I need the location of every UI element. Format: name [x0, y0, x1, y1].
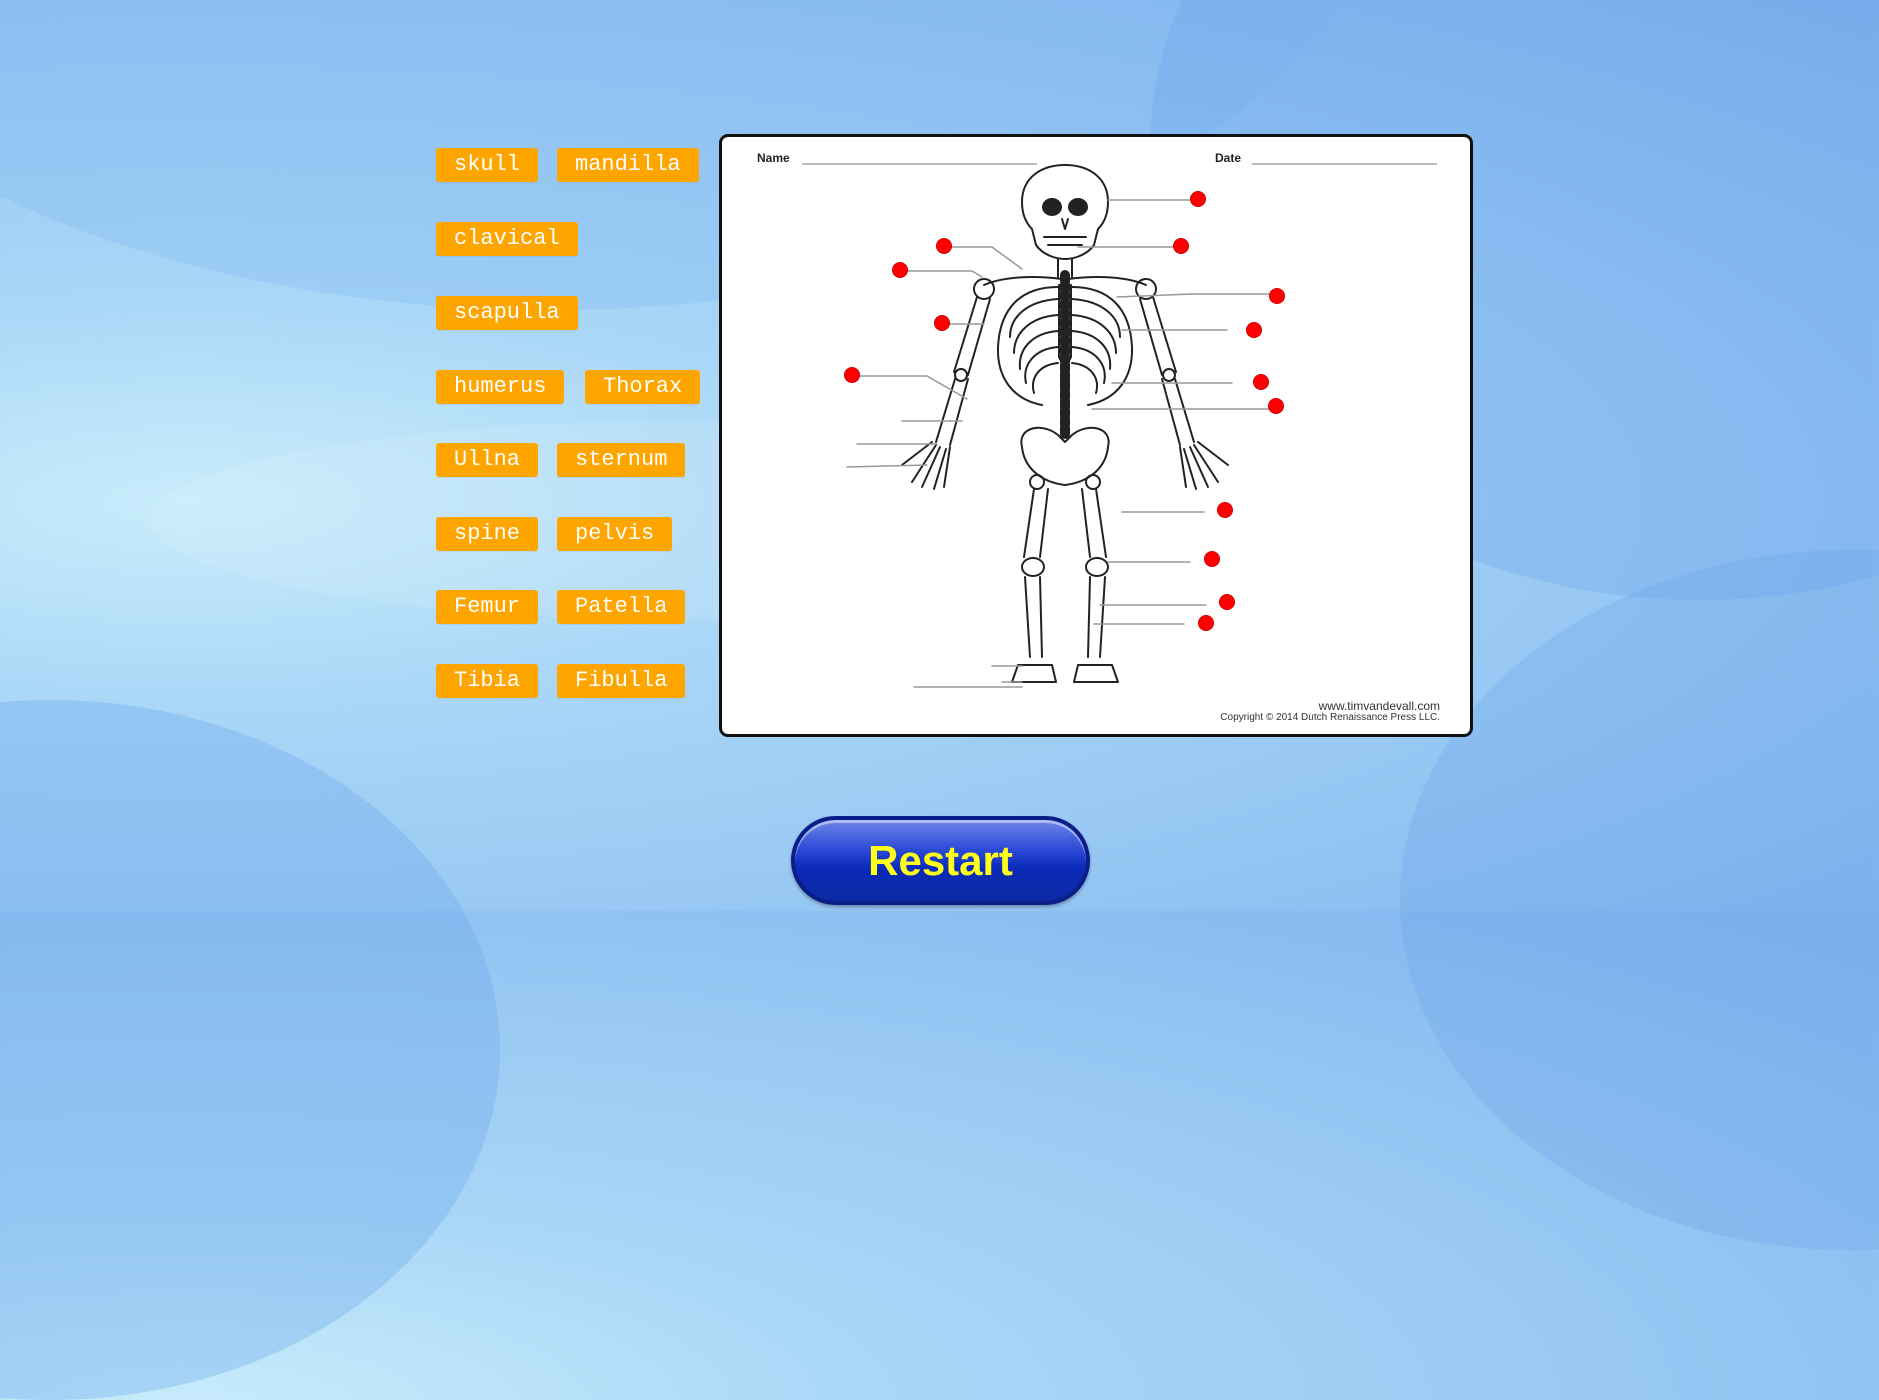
label-chip-skull[interactable]: skull: [436, 148, 539, 182]
label-chip-clavical[interactable]: clavical: [436, 222, 578, 256]
label-chip-femur[interactable]: Femur: [436, 590, 539, 624]
label-chip-spine[interactable]: spine: [436, 517, 539, 551]
drop-target-6[interactable]: [935, 316, 949, 330]
drop-target-2[interactable]: [1174, 239, 1188, 253]
skeleton-worksheet: Name Date www.timvandevall.com Copyright…: [719, 134, 1473, 737]
drop-target-5[interactable]: [1270, 289, 1284, 303]
drop-target-11[interactable]: [1218, 503, 1232, 517]
label-chip-fibulla[interactable]: Fibulla: [557, 664, 686, 698]
label-chip-thorax[interactable]: Thorax: [585, 370, 701, 404]
copyright-credit: Copyright © 2014 Dutch Renaissance Press…: [1220, 712, 1440, 723]
website-credit: www.timvandevall.com: [1318, 699, 1440, 713]
drop-target-13[interactable]: [1220, 595, 1234, 609]
label-chip-ullna[interactable]: Ullna: [436, 443, 539, 477]
drop-target-3[interactable]: [937, 239, 951, 253]
label-chip-patella[interactable]: Patella: [557, 590, 686, 624]
drop-target-10[interactable]: [1269, 399, 1283, 413]
restart-button[interactable]: Restart: [791, 816, 1090, 905]
label-chip-scapulla[interactable]: scapulla: [436, 296, 578, 330]
drop-target-7[interactable]: [1247, 323, 1261, 337]
drop-target-1[interactable]: [1191, 192, 1205, 206]
drop-target-9[interactable]: [1254, 375, 1268, 389]
label-chip-tibia[interactable]: Tibia: [436, 664, 539, 698]
drop-target-4[interactable]: [893, 263, 907, 277]
label-chip-mandilla[interactable]: mandilla: [557, 148, 699, 182]
drop-target-8[interactable]: [845, 368, 859, 382]
label-chip-humerus[interactable]: humerus: [436, 370, 565, 404]
drop-target-12[interactable]: [1205, 552, 1219, 566]
label-chip-sternum[interactable]: sternum: [557, 443, 686, 477]
drop-target-14[interactable]: [1199, 616, 1213, 630]
label-chip-pelvis[interactable]: pelvis: [557, 517, 673, 551]
skeleton-illustration: [846, 164, 1276, 688]
